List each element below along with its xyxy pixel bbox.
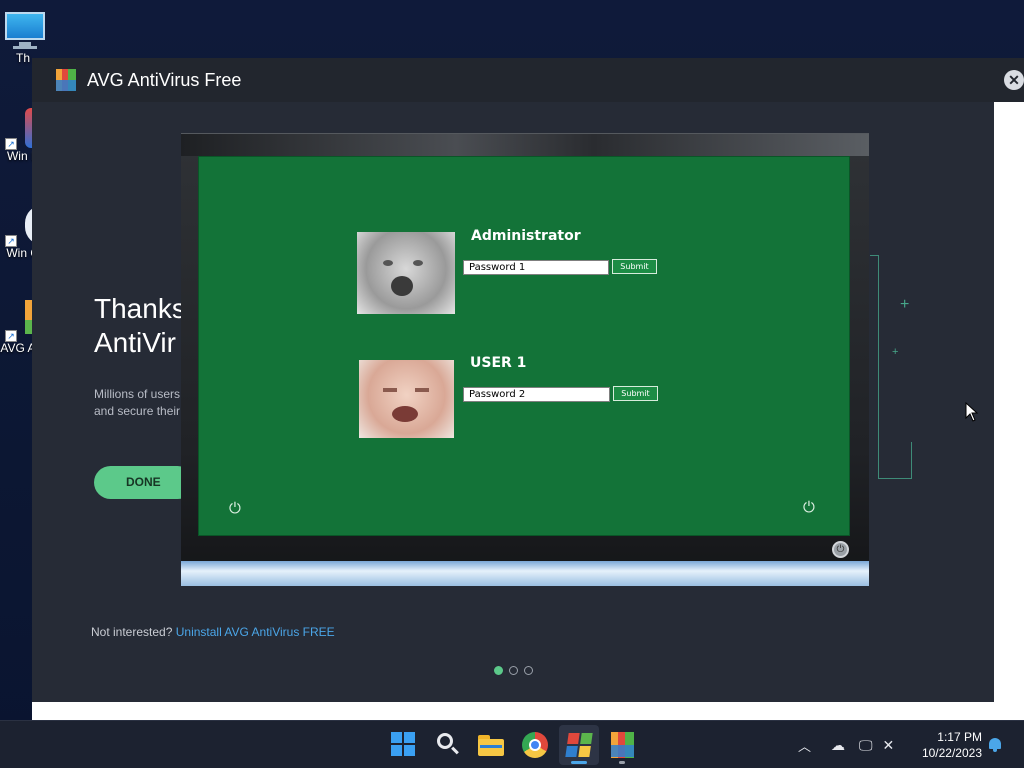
plus-decoration-icon: +: [900, 296, 910, 313]
network-off-icon[interactable]: ✕: [883, 737, 895, 754]
plus-decoration-icon: +: [892, 346, 899, 358]
page-indicator: [494, 666, 533, 675]
uninstall-link[interactable]: Uninstall AVG AntiVirus FREE: [176, 625, 335, 639]
footer-prefix: Not interested?: [91, 625, 173, 639]
decorative-steps: [878, 442, 912, 479]
password-field[interactable]: Password 2: [463, 387, 610, 402]
subtext-line-2: and secure their: [94, 404, 181, 418]
desktop-icon-this-pc[interactable]: Th: [0, 10, 58, 65]
footer-uninstall-text: Not interested? Uninstall AVG AntiVirus …: [91, 625, 335, 639]
shortcut-arrow-icon: ↗: [5, 330, 17, 342]
window-edge: [32, 702, 994, 720]
system-clock[interactable]: 1:17 PM 10/22/2023: [912, 729, 982, 761]
page-dot[interactable]: [524, 666, 533, 675]
active-app-indicator: [571, 761, 587, 764]
password-field[interactable]: Password 1: [463, 260, 609, 275]
window-edge: [994, 102, 1024, 720]
page-dot[interactable]: [509, 666, 518, 675]
search-icon[interactable]: [434, 731, 462, 759]
onedrive-icon[interactable]: ☁: [831, 737, 845, 754]
avg-logo-icon: [54, 68, 78, 92]
running-app-indicator: [619, 761, 625, 764]
power-icon[interactable]: ⏻: [803, 499, 815, 516]
lock-frame-top: [181, 134, 869, 156]
start-icon[interactable]: [390, 731, 418, 759]
taskbar: ︿ ☁ 🖵 ✕ 1:17 PM 10/22/2023: [0, 720, 1024, 768]
done-button[interactable]: DONE: [94, 466, 194, 499]
system-tray: ︿ ☁ 🖵 ✕: [798, 721, 894, 768]
ease-of-access-icon[interactable]: ⏻: [229, 500, 241, 517]
user-name: Administrator: [471, 228, 581, 244]
decorative-line: [870, 255, 878, 256]
power-icon[interactable]: ⏻: [832, 541, 849, 558]
lock-frame-bottom: [181, 561, 869, 586]
lock-screen-panel: Administrator Password 1 Submit USER 1 P…: [198, 156, 850, 536]
submit-button[interactable]: Submit: [613, 386, 658, 401]
lock-screen-overlay: Administrator Password 1 Submit USER 1 P…: [181, 133, 869, 586]
windows7-app-icon[interactable]: [563, 731, 595, 759]
subtext-line-1: Millions of users: [94, 387, 181, 401]
mouse-cursor-icon: [965, 402, 979, 422]
monitor-icon: [3, 10, 45, 50]
display-icon[interactable]: 🖵: [859, 737, 873, 754]
close-button[interactable]: ✕: [1004, 70, 1024, 90]
avatar: [359, 360, 454, 438]
page-dot[interactable]: [494, 666, 503, 675]
user-name: USER 1: [470, 355, 527, 371]
notification-bell-icon[interactable]: [988, 737, 1002, 753]
chevron-up-icon[interactable]: ︿: [798, 736, 811, 755]
avg-taskbar-icon[interactable]: [609, 731, 637, 759]
shortcut-arrow-icon: ↗: [5, 138, 17, 150]
clock-date: 10/22/2023: [921, 746, 982, 760]
shortcut-arrow-icon: ↗: [5, 235, 17, 247]
chrome-icon[interactable]: [521, 731, 549, 759]
clock-time: 1:17 PM: [937, 730, 982, 744]
page-subtext: Millions of users and secure their: [94, 386, 194, 420]
window-title: AVG AntiVirus Free: [87, 69, 242, 90]
avatar: [357, 232, 455, 314]
file-explorer-icon[interactable]: [477, 731, 505, 759]
window-titlebar[interactable]: AVG AntiVirus Free: [32, 58, 1024, 102]
submit-button[interactable]: Submit: [612, 259, 657, 274]
